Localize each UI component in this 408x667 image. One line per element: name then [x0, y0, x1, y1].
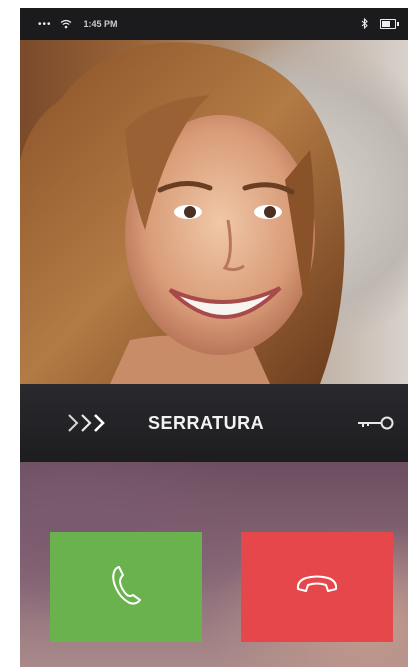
phone-hangup-icon [294, 574, 340, 601]
visitor-image [20, 42, 345, 384]
status-right-group [361, 17, 399, 31]
lock-label: SERRATURA [148, 412, 265, 433]
phone-handset-icon [110, 564, 142, 611]
battery-icon [380, 19, 399, 29]
wifi-icon [60, 19, 72, 29]
bluetooth-icon [361, 17, 368, 31]
signal-strength-icon: ••• [38, 18, 52, 30]
answer-call-button[interactable] [50, 532, 202, 642]
intercom-screen: ••• 1:45 PM SERRATURA [20, 8, 408, 667]
swipe-chevrons-icon [66, 412, 112, 434]
status-bar: ••• 1:45 PM [20, 8, 408, 40]
camera-video-feed [20, 40, 408, 384]
call-controls [20, 462, 408, 667]
hangup-call-button[interactable] [241, 532, 393, 642]
lock-bar[interactable]: SERRATURA [20, 384, 408, 462]
key-icon[interactable] [356, 414, 394, 432]
status-time: 1:45 PM [83, 19, 118, 29]
